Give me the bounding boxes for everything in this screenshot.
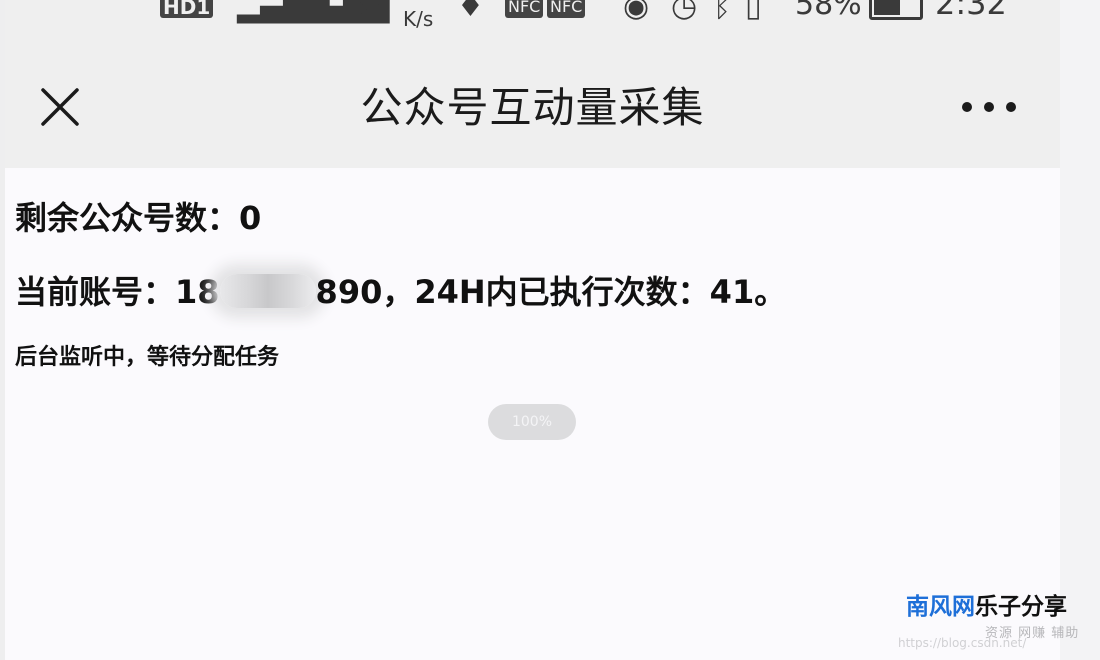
more-dot-icon: [984, 102, 994, 112]
more-options-button[interactable]: [960, 92, 1020, 122]
page-title: 公众号互动量采集: [360, 83, 705, 132]
close-icon: [41, 88, 79, 126]
redacted-blur: [219, 274, 316, 308]
watermark-brand-black: 乐子分享: [975, 594, 1067, 620]
status-bar: HD1 ▂▄▆█ ▂▄▆█ ≋ K/s ♦ NFC NFC ◉ ◷ ᛒ ▯ 58…: [5, 0, 1060, 31]
status-message: 后台监听中，等待分配任务: [15, 345, 280, 370]
current-account-line: 当前账号：18 890，24H内已执行次数：41。: [15, 270, 786, 314]
eye-icon: ◉: [623, 0, 650, 24]
wifi-icon: ≋: [357, 0, 383, 24]
more-dot-icon: [1006, 102, 1016, 112]
close-button[interactable]: [35, 82, 85, 132]
executed-label: ，24H内已执行次数：: [382, 273, 710, 311]
executed-count: 41: [709, 273, 755, 311]
remaining-label: 剩余公众号数：: [15, 199, 240, 237]
watermark-subtitle: 资源 网赚 辅助: [985, 626, 1080, 641]
battery-percent: 58%: [795, 0, 862, 22]
nfc-icon-2: NFC: [547, 0, 586, 18]
account-prefix: 18: [175, 273, 220, 311]
clock-time: 2:32: [935, 0, 1007, 22]
right-gutter: [1060, 0, 1100, 660]
nfc-icon: NFC: [505, 0, 544, 18]
vibrate-icon: ▯: [745, 0, 762, 24]
title-bar: 公众号互动量采集: [5, 30, 1060, 168]
battery-icon: [869, 0, 923, 20]
main-content: 剩余公众号数：0 当前账号：18 890，24H内已执行次数：41。 后台监听中，…: [5, 168, 1060, 660]
bluetooth-icon: ᛒ: [713, 0, 731, 24]
shield-icon: ♦: [457, 0, 484, 24]
remaining-value: 0: [239, 199, 262, 237]
watermark-brand: 南风网乐子分享: [906, 592, 1067, 622]
progress-indicator: 100%: [488, 404, 576, 440]
battery-fill: [874, 0, 900, 15]
alarm-icon: ◷: [671, 0, 698, 24]
account-label: 当前账号：: [15, 273, 176, 311]
account-suffix: 890: [315, 273, 383, 311]
watermark-brand-blue: 南风网: [906, 594, 975, 620]
phone-screen: HD1 ▂▄▆█ ▂▄▆█ ≋ K/s ♦ NFC NFC ◉ ◷ ᛒ ▯ 58…: [5, 0, 1060, 660]
remaining-accounts-line: 剩余公众号数：0: [15, 196, 261, 240]
hd-network-icon: HD1: [160, 0, 214, 18]
executed-end: 。: [754, 273, 787, 311]
more-dot-icon: [962, 102, 972, 112]
